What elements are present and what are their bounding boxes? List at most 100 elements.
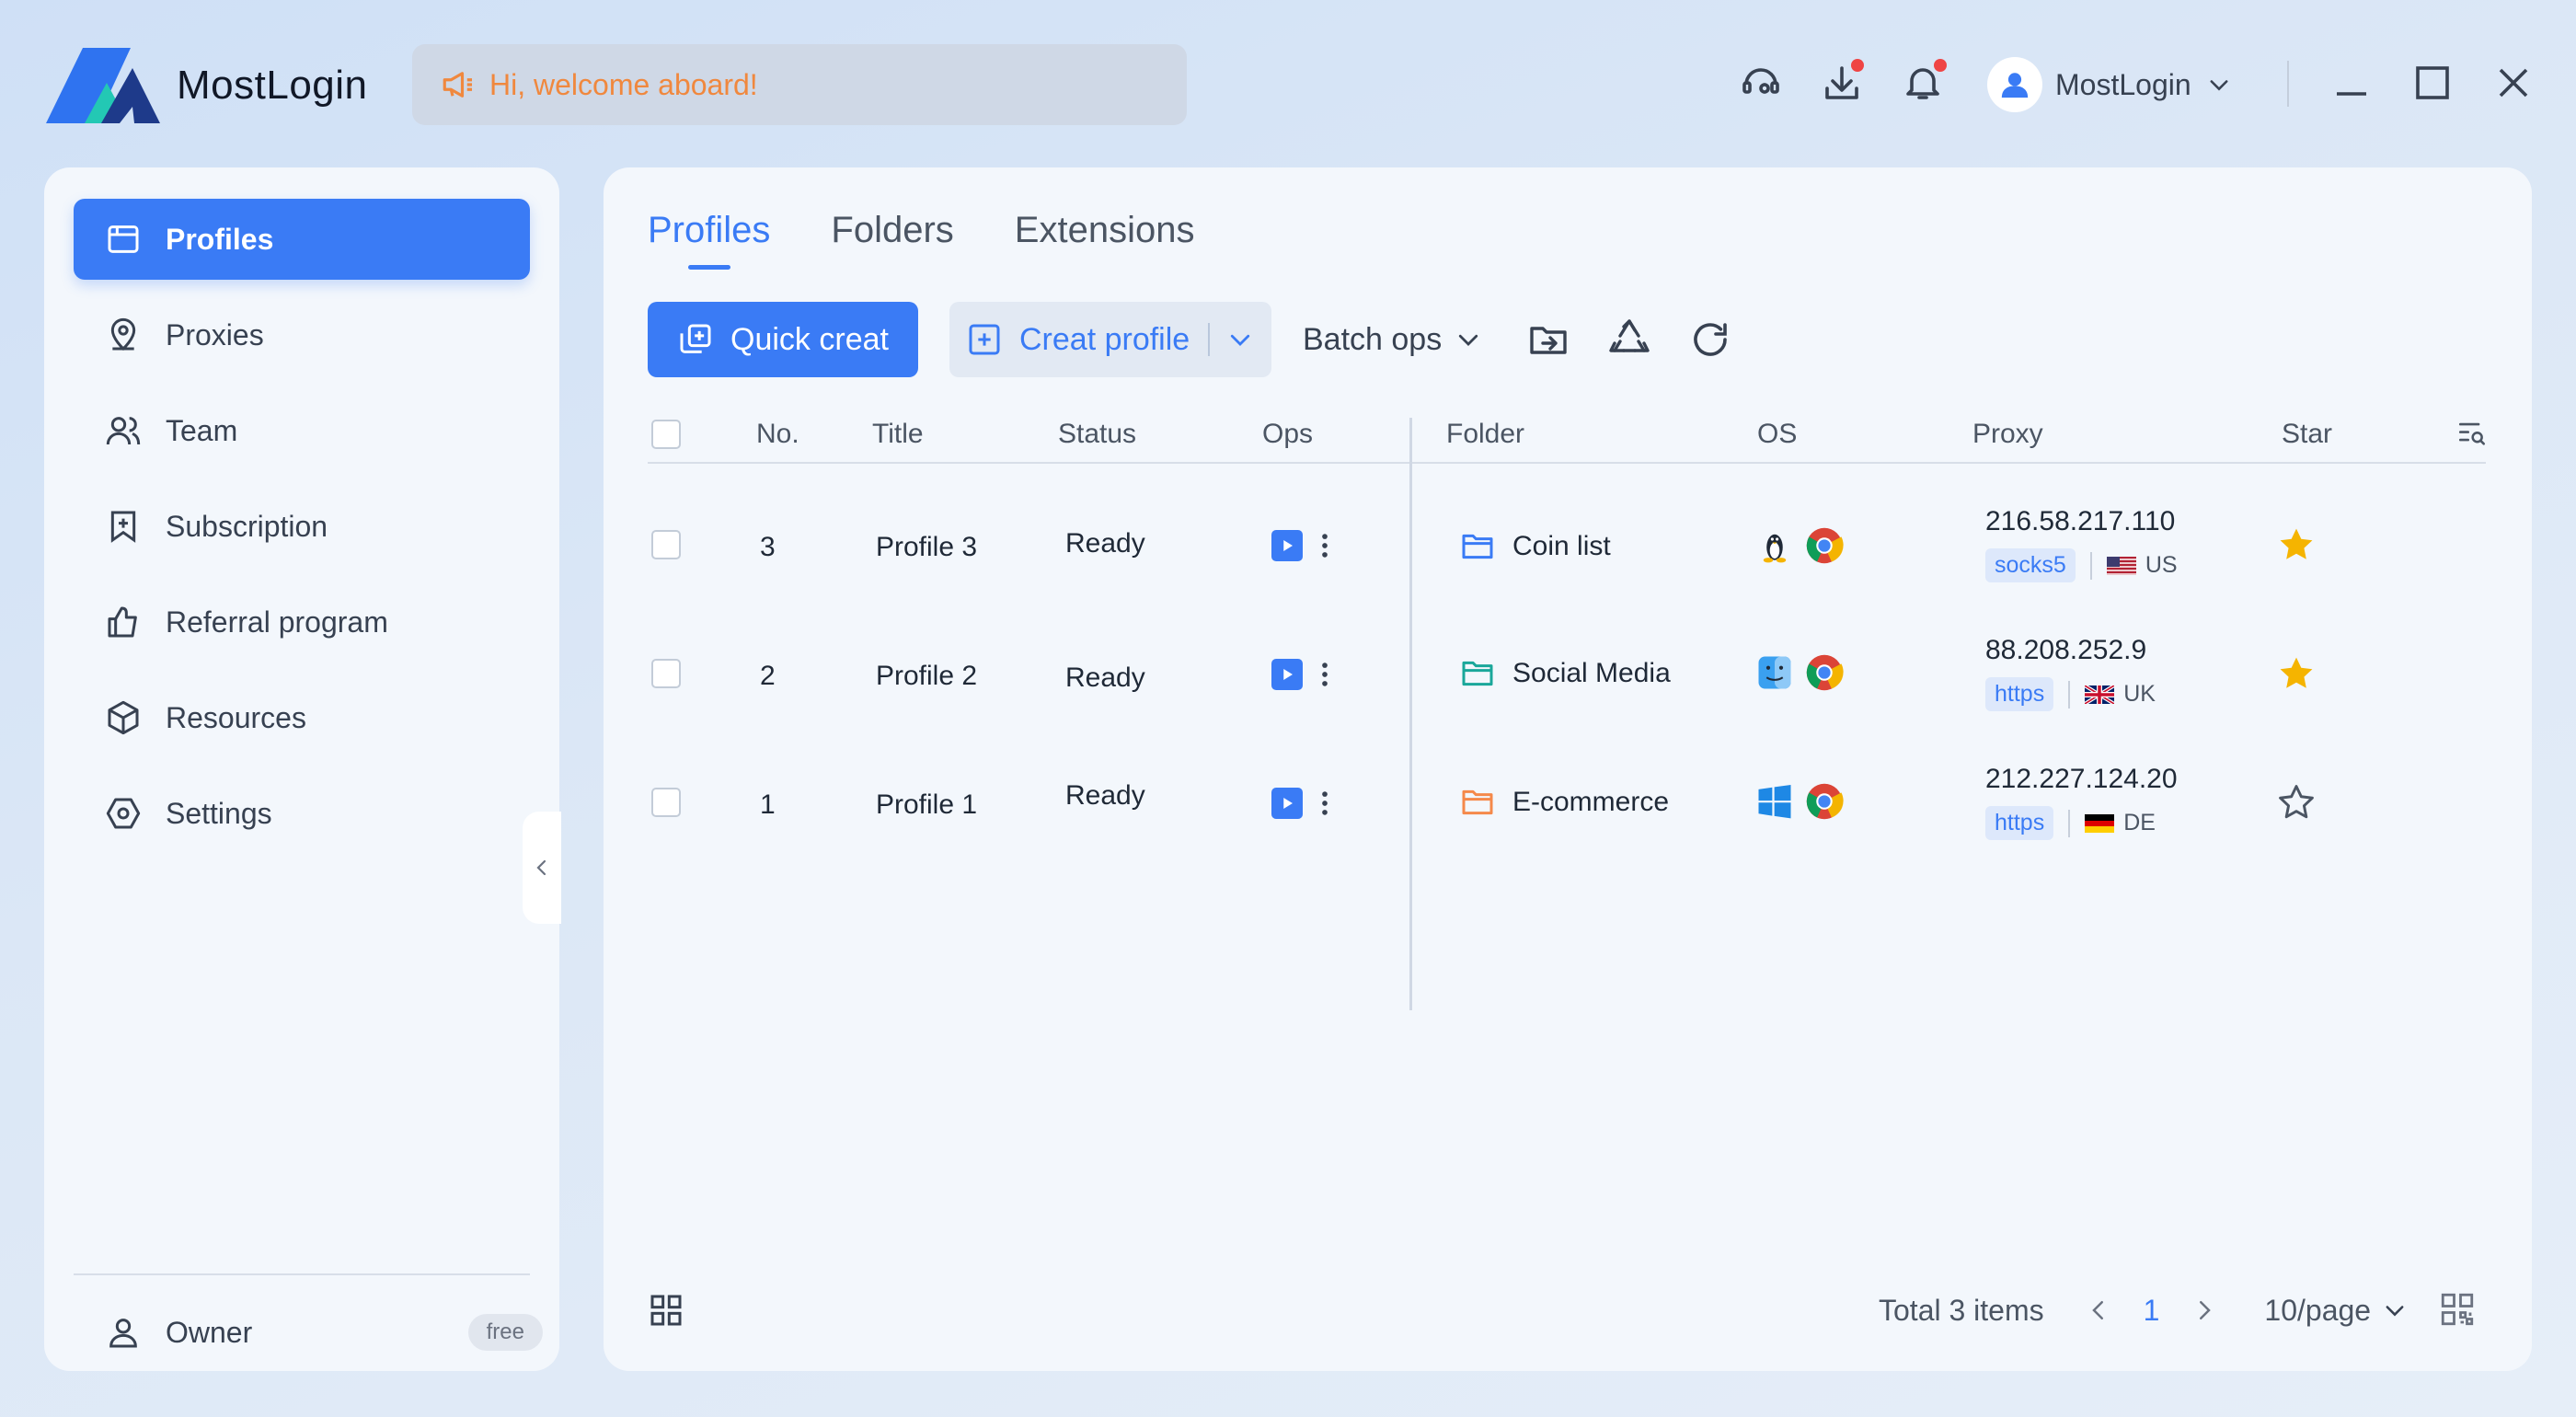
folder-icon	[1459, 528, 1512, 565]
recycle-icon[interactable]	[1607, 317, 1651, 362]
more-options-icon[interactable]	[1319, 530, 1330, 561]
table-header: No. Title Status Ops Folder OS Proxy Sta…	[648, 409, 2486, 464]
proxy-meta: socks5 US	[1985, 548, 2178, 582]
sidebar-item-resources[interactable]: Resources	[74, 677, 530, 758]
proxy-ip: 216.58.217.110	[1985, 506, 2176, 536]
row-checkbox[interactable]	[651, 788, 681, 817]
row-no: 2	[760, 661, 776, 691]
minimize-icon[interactable]	[2329, 61, 2374, 105]
chevron-down-icon	[1442, 326, 1482, 353]
star-outline-icon[interactable]	[2276, 782, 2317, 823]
maximize-icon[interactable]	[2410, 61, 2455, 105]
sidebar-collapse-button[interactable]	[523, 812, 561, 924]
column-settings-icon[interactable]	[2456, 418, 2488, 449]
next-page-icon[interactable]	[2191, 1296, 2218, 1324]
row-folder[interactable]: E-commerce	[1459, 784, 1669, 821]
us-flag-icon	[2106, 556, 2136, 575]
page-size-select[interactable]: 10/page	[2264, 1294, 2408, 1328]
refresh-icon[interactable]	[1688, 317, 1732, 362]
star-filled-icon[interactable]	[2276, 524, 2317, 565]
play-icon[interactable]	[1271, 659, 1303, 690]
support-icon[interactable]	[1739, 61, 1783, 105]
user-menu[interactable]: MostLogin	[1987, 55, 2232, 114]
quick-create-button[interactable]: Quick creat	[648, 302, 918, 377]
sidebar-item-settings[interactable]: Settings	[74, 773, 530, 854]
play-icon[interactable]	[1271, 530, 1303, 561]
bookmark-icon	[105, 508, 142, 545]
play-icon[interactable]	[1271, 788, 1303, 819]
row-title: Profile 1	[876, 789, 978, 820]
avatar	[1987, 57, 2042, 112]
toolbar: Quick creat Creat profile Batch ops	[648, 302, 1732, 377]
current-page[interactable]: 1	[2144, 1294, 2160, 1328]
country-code: DE	[2123, 810, 2156, 835]
uk-flag-icon	[2085, 685, 2115, 704]
welcome-text: Hi, welcome aboard!	[489, 67, 758, 101]
de-flag-icon	[2085, 813, 2115, 833]
table-row[interactable]: 1 Profile 1 Ready E-commerce 212.227.124…	[648, 738, 2486, 867]
column-os[interactable]: OS	[1757, 409, 1797, 460]
tab-folders[interactable]: Folders	[831, 210, 953, 264]
batch-ops-label: Batch ops	[1303, 321, 1443, 357]
windows-icon	[1755, 782, 1794, 821]
table-row[interactable]: 3 Profile 3 Ready Coin list 216.58.217.1…	[648, 480, 2486, 609]
owner-account[interactable]: Owner free	[105, 1305, 543, 1360]
create-profile-label: Creat profile	[1019, 321, 1190, 357]
app-logo	[42, 42, 164, 127]
column-star[interactable]: Star	[2282, 409, 2332, 460]
sidebar-item-subscription[interactable]: Subscription	[74, 486, 530, 567]
column-title[interactable]: Title	[872, 409, 924, 460]
proxy-meta-divider	[2089, 551, 2092, 580]
column-folder[interactable]: Folder	[1446, 409, 1524, 460]
proxy-meta-divider	[2068, 680, 2071, 708]
main-panel: Profiles Folders Extensions Quick creat …	[604, 167, 2532, 1371]
sidebar-item-team[interactable]: Team	[74, 390, 530, 471]
proxy-type-badge: socks5	[1985, 548, 2076, 582]
more-options-icon[interactable]	[1319, 788, 1330, 819]
settings-icon	[105, 795, 142, 832]
tab-profiles[interactable]: Profiles	[648, 210, 770, 270]
proxy-meta: https DE	[1985, 806, 2156, 840]
folder-icon	[1459, 784, 1512, 821]
prev-page-icon[interactable]	[2085, 1296, 2112, 1324]
more-options-icon[interactable]	[1319, 659, 1330, 690]
column-no[interactable]: No.	[756, 409, 799, 460]
create-profile-button[interactable]: Creat profile	[949, 302, 1271, 377]
batch-ops-dropdown[interactable]: Batch ops	[1303, 322, 1482, 358]
location-pin-icon	[105, 317, 142, 353]
layout-toggle-icon[interactable]	[2438, 1290, 2477, 1329]
profiles-icon	[105, 221, 142, 258]
sidebar-item-proxies[interactable]: Proxies	[74, 294, 530, 375]
sidebar-divider	[74, 1273, 530, 1275]
chevron-left-icon	[531, 857, 553, 879]
sidebar-item-referral-program[interactable]: Referral program	[74, 582, 530, 662]
row-folder[interactable]: Social Media	[1459, 655, 1671, 692]
proxy-meta: https UK	[1985, 677, 2156, 711]
tab-bar: Profiles Folders Extensions	[648, 210, 1195, 270]
column-status[interactable]: Status	[1058, 409, 1136, 460]
chevron-down-icon[interactable]	[1226, 326, 1254, 353]
column-ops[interactable]: Ops	[1262, 409, 1313, 460]
folder-name: E-commerce	[1512, 787, 1670, 817]
chrome-icon	[1805, 653, 1844, 692]
column-proxy[interactable]: Proxy	[1972, 409, 2043, 460]
tab-extensions[interactable]: Extensions	[1015, 210, 1195, 264]
grid-view-icon[interactable]	[648, 1292, 684, 1329]
row-folder[interactable]: Coin list	[1459, 528, 1611, 565]
star-filled-icon[interactable]	[2276, 653, 2317, 694]
table-row[interactable]: 2 Profile 2 Ready Social Media 88.208.25…	[648, 609, 2486, 738]
sidebar-item-profiles[interactable]: Profiles	[74, 199, 530, 280]
user-icon	[105, 1314, 142, 1351]
row-checkbox[interactable]	[651, 659, 681, 688]
select-all-checkbox[interactable]	[651, 420, 681, 449]
close-icon[interactable]	[2491, 61, 2536, 105]
pagination: Total 3 items 1 10/page	[1879, 1283, 2408, 1338]
quick-create-label: Quick creat	[730, 321, 889, 357]
proxy-ip: 212.227.124.20	[1985, 764, 2178, 794]
copy-add-icon	[677, 321, 714, 358]
welcome-banner: Hi, welcome aboard!	[412, 44, 1187, 125]
folder-icon	[1459, 655, 1512, 692]
import-folder-icon[interactable]	[1526, 317, 1570, 362]
row-checkbox[interactable]	[651, 530, 681, 559]
cube-icon	[105, 699, 142, 736]
